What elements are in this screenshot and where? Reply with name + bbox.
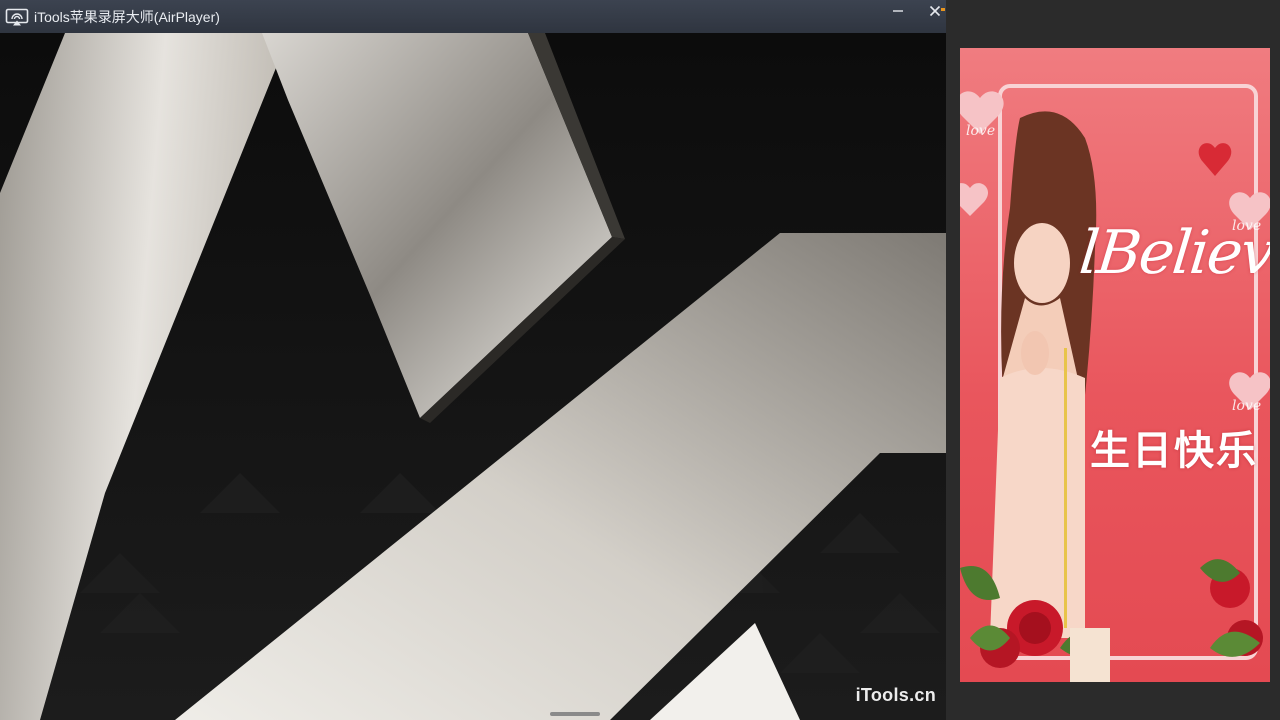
home-indicator <box>550 712 600 716</box>
itools-watermark: iTools.cn <box>855 685 936 705</box>
birthday-photo-card: lBelieve 生日快乐 love love love <box>960 48 1270 682</box>
logo-animation-graphic <box>0 33 946 720</box>
close-button[interactable] <box>916 0 946 26</box>
close-icon <box>929 4 941 22</box>
birthday-subtitle: 生日快乐 <box>1090 428 1258 474</box>
love-tag: love <box>1232 398 1262 414</box>
birthday-illustration <box>960 84 1270 682</box>
window-title: iTools苹果录屏大师(AirPlayer) <box>34 8 220 25</box>
right-panel: lBelieve 生日快乐 love love love <box>946 0 1280 720</box>
love-tag: love <box>1232 218 1262 234</box>
minimize-button[interactable] <box>879 0 917 26</box>
title-bar[interactable]: iTools苹果录屏大师(AirPlayer) <box>0 0 946 33</box>
mirrored-screen[interactable]: iTools.cn <box>0 33 946 720</box>
app-window: iTools苹果录屏大师(AirPlayer) iTools.cn <box>0 0 946 720</box>
minimize-icon <box>892 4 904 22</box>
airplay-screen-icon <box>4 7 30 27</box>
love-tag: love <box>966 123 996 139</box>
accent-marker <box>941 8 945 11</box>
